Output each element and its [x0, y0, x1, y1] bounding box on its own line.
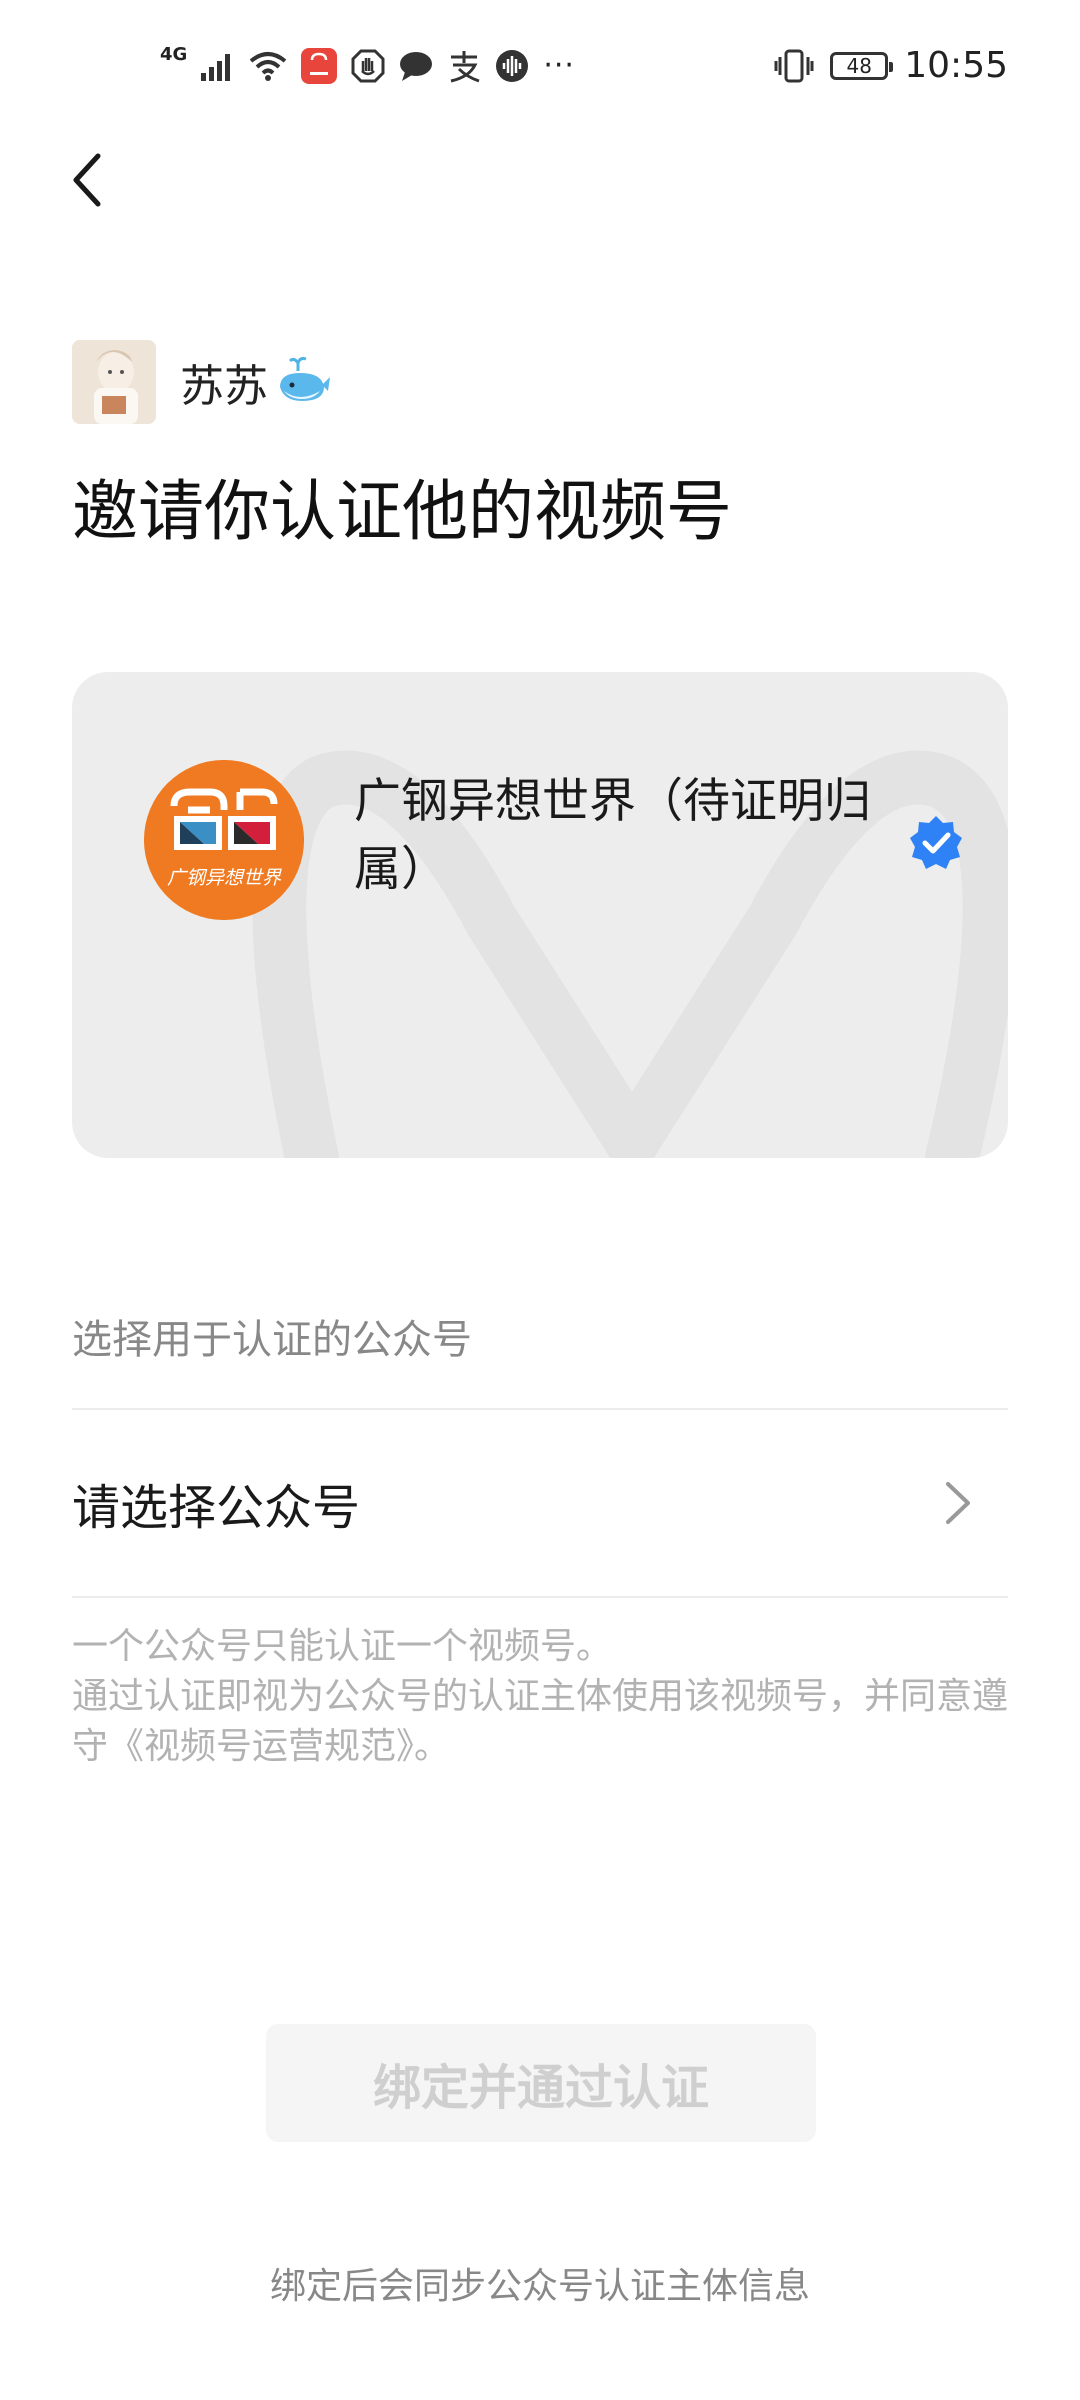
avatar[interactable] — [72, 340, 156, 424]
signal-icon — [201, 54, 231, 81]
battery-level: 48 — [846, 54, 872, 78]
whale-emoji-icon — [280, 357, 330, 401]
screen: 4G ··· 48 10:55 苏苏 邀请你认证他的视频号 广钢异想世界 广钢异… — [0, 0, 1080, 2400]
footer-note: 绑定后会同步公众号认证主体信息 — [269, 2266, 810, 2307]
divider-bottom — [72, 1596, 1008, 1598]
status-bar: 4G ··· 48 10:55 — [0, 0, 1080, 120]
channel-card: 广钢异想世界 广钢异想世界（待证明归属） — [72, 672, 1008, 1158]
inviter-info: 苏苏 — [72, 340, 330, 424]
hand-icon — [351, 49, 385, 83]
section-label: 选择用于认证的公众号 — [72, 1317, 472, 1363]
inviter-name-group: 苏苏 — [180, 350, 330, 414]
note-line-2: 通过认证即视为公众号的认证主体使用该视频号，并同意遵守《视频号运营规范》。 — [72, 1676, 1009, 1767]
channel-logo: 广钢异想世界 — [144, 760, 304, 920]
verified-badge-icon — [910, 816, 962, 869]
channel-logo-text: 广钢异想世界 — [167, 867, 282, 889]
chevron-right-icon — [946, 1482, 970, 1524]
vibrate-icon — [774, 49, 814, 83]
clock: 10:55 — [904, 45, 1008, 86]
back-button[interactable] — [56, 140, 116, 220]
avatar-image — [72, 340, 156, 424]
terms-notes: 一个公众号只能认证一个视频号。 通过认证即视为公众号的认证主体使用该视频号，并同… — [72, 1622, 1022, 1772]
status-bar-right: 48 10:55 — [774, 44, 1008, 88]
wifi-icon — [250, 52, 287, 81]
alipay-icon — [450, 51, 480, 83]
huawei-app-icon — [301, 48, 338, 84]
chat-bubble-icon — [400, 52, 433, 81]
channel-logo-image: 广钢异想世界 — [144, 760, 304, 920]
bind-and-verify-button[interactable]: 绑定并通过认证 — [266, 2024, 816, 2142]
note-line-1: 一个公众号只能认证一个视频号。 — [72, 1626, 613, 1667]
channel-name: 广钢异想世界（待证明归属） — [354, 774, 871, 897]
status-bar-left: 4G ··· — [160, 44, 575, 88]
battery-icon: 48 — [830, 52, 894, 80]
network-type: 4G — [160, 44, 188, 65]
page-title: 邀请你认证他的视频号 — [72, 473, 732, 550]
soundwave-icon — [496, 50, 529, 82]
inviter-name: 苏苏 — [180, 361, 268, 412]
chevron-left-icon — [73, 153, 101, 207]
select-official-account-row[interactable]: 请选择公众号 — [72, 1410, 1008, 1596]
select-official-account-label: 请选择公众号 — [72, 1480, 361, 1536]
more-notifications: ··· — [543, 48, 575, 83]
